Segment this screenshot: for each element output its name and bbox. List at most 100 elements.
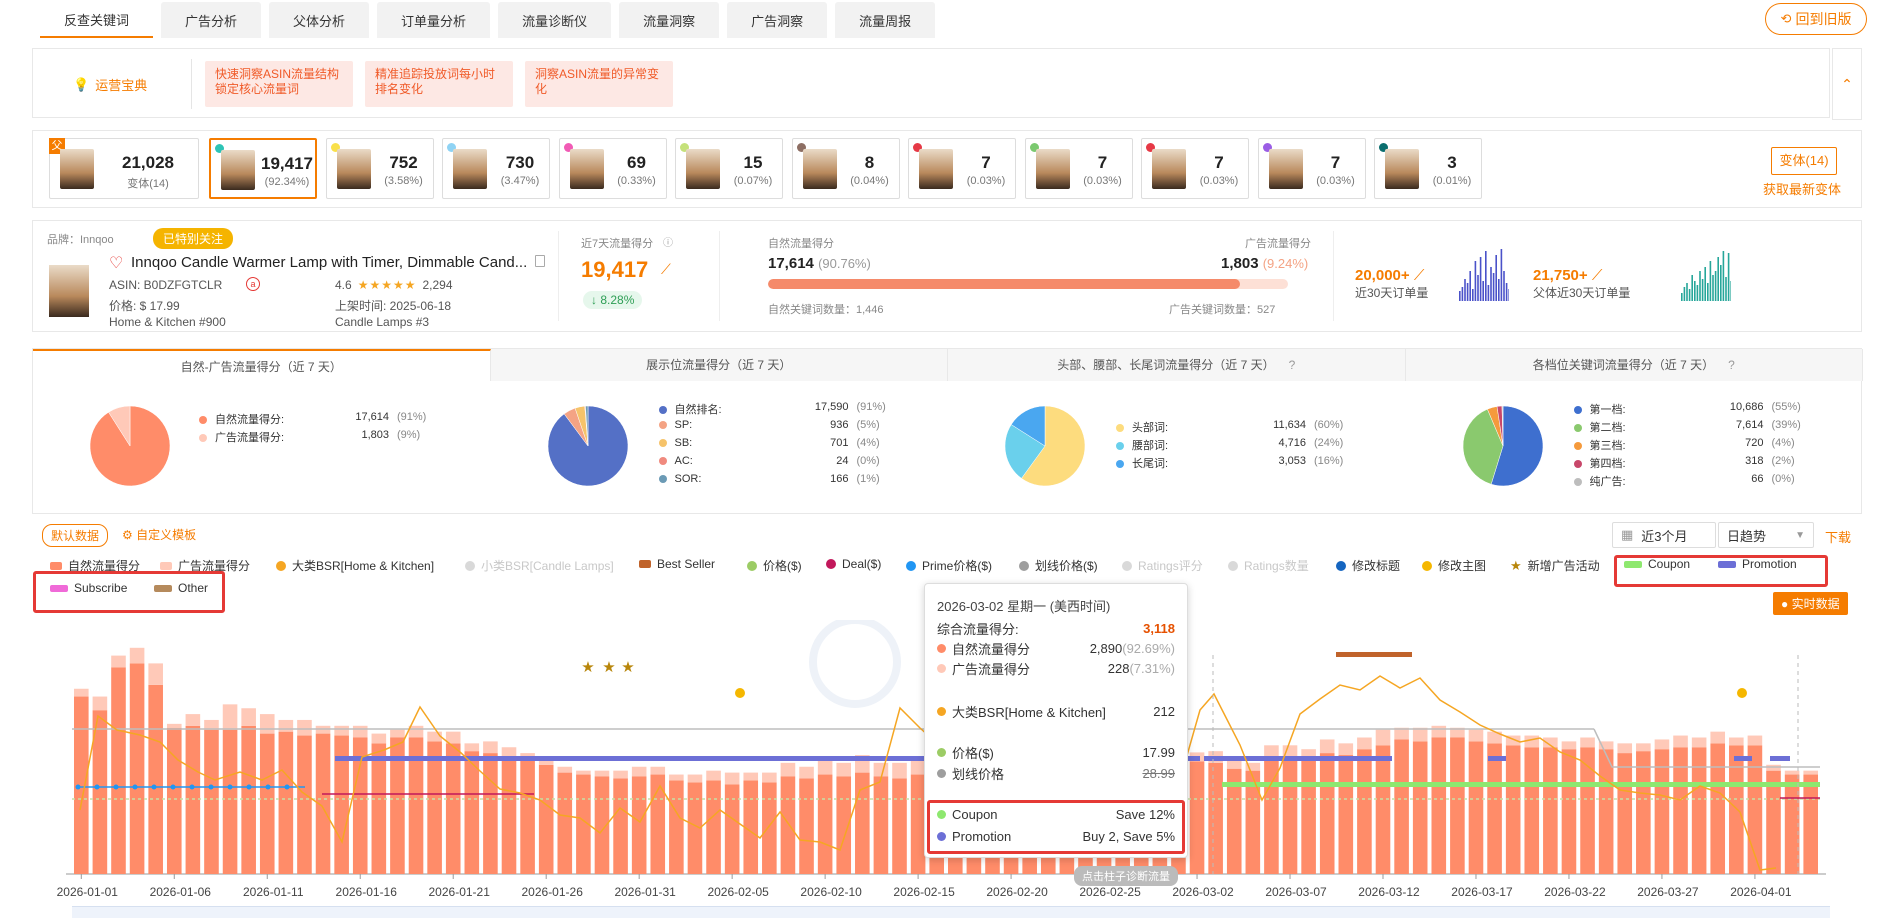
tab[interactable]: 广告洞察: [727, 2, 828, 38]
trend-chart-icon[interactable]: ⟋: [1592, 267, 1603, 284]
organic-bar[interactable]: [1710, 743, 1726, 874]
organic-bar[interactable]: [892, 778, 907, 874]
organic-bar[interactable]: [1617, 753, 1633, 874]
organic-bar[interactable]: [297, 735, 312, 874]
organic-bar[interactable]: [724, 784, 740, 874]
organic-bar[interactable]: [873, 776, 889, 875]
organic-bar[interactable]: [222, 729, 238, 874]
ad-bar[interactable]: [74, 688, 89, 697]
ad-bar[interactable]: [1264, 745, 1279, 757]
ad-bar[interactable]: [222, 704, 238, 730]
category-rank[interactable]: Home & Kitchen #900: [109, 315, 226, 329]
organic-bar[interactable]: [706, 780, 721, 874]
organic-bar[interactable]: [204, 729, 219, 874]
organic-bar[interactable]: [1636, 751, 1651, 874]
tab[interactable]: 流量诊断仪: [498, 2, 612, 38]
ad-bar[interactable]: [1747, 735, 1763, 746]
series-legend-item[interactable]: 价格($): [747, 557, 802, 574]
variant-card[interactable]: 7 (0.03%): [908, 138, 1016, 199]
ad-bar[interactable]: [371, 733, 387, 744]
pie-legend-item[interactable]: 广告流量得分: 1,803 (9%): [199, 429, 459, 445]
tab[interactable]: 广告分析: [161, 2, 262, 38]
organic-bar[interactable]: [166, 727, 182, 874]
variant-count-button[interactable]: 变体(14): [1771, 147, 1837, 175]
ad-bar[interactable]: [557, 766, 573, 773]
organic-bar[interactable]: [1412, 741, 1428, 874]
organic-bar[interactable]: [538, 764, 554, 874]
product-title[interactable]: Innqoo Candle Warmer Lamp with Timer, Di…: [131, 254, 527, 271]
trend-chart-icon[interactable]: ⟋: [661, 261, 671, 278]
organic-bar[interactable]: [1394, 739, 1409, 874]
ad-bar[interactable]: [241, 708, 256, 726]
data-zoom-slider[interactable]: [72, 906, 1830, 918]
ad-bar[interactable]: [352, 725, 368, 738]
series-legend-item[interactable]: Prime价格($): [906, 557, 992, 574]
pie-legend-item[interactable]: SOR: 166 (1%): [658, 473, 919, 485]
ad-bar[interactable]: [166, 723, 182, 728]
ad-bar[interactable]: [483, 741, 498, 754]
variant-card[interactable]: 8 (0.04%): [791, 138, 900, 199]
collapse-up-button[interactable]: ⌃: [1832, 48, 1862, 120]
ad-bar[interactable]: [1636, 743, 1651, 752]
ad-bar[interactable]: [1617, 743, 1633, 754]
ad-bar[interactable]: [408, 725, 424, 738]
help-icon[interactable]: ?: [1289, 358, 1296, 372]
pie-legend-item[interactable]: 腰部词: 4,716 (24%): [1116, 437, 1376, 453]
ad-bar[interactable]: [1803, 770, 1818, 775]
organic-bar[interactable]: [464, 751, 480, 874]
organic-bar[interactable]: [1468, 741, 1484, 874]
variant-card[interactable]: 7 (0.03%): [1024, 138, 1133, 199]
ad-bar[interactable]: [464, 743, 480, 752]
pie-legend-item[interactable]: 第二档: 7,614 (39%): [1573, 419, 1834, 435]
organic-bar[interactable]: [1319, 753, 1335, 874]
ad-bar[interactable]: [1375, 729, 1391, 746]
followed-badge[interactable]: 已特别关注: [153, 228, 234, 249]
back-to-old-version-button[interactable]: ⟲ 回到旧版: [1765, 3, 1867, 35]
organic-bar[interactable]: [185, 725, 201, 874]
coupon-period[interactable]: [1222, 782, 1820, 787]
pie-legend-item[interactable]: 第三档: 720 (4%): [1573, 437, 1834, 453]
variant-card[interactable]: 15 (0.07%): [675, 138, 783, 199]
series-legend-item[interactable]: Ratings数量: [1228, 557, 1309, 574]
tab[interactable]: 流量洞察: [619, 2, 720, 38]
ad-bar[interactable]: [594, 770, 610, 777]
organic-bar[interactable]: [483, 753, 498, 874]
variant-card[interactable]: 19,417 (92.34%): [209, 138, 317, 199]
tips-title[interactable]: 💡 运营宝典: [73, 75, 147, 94]
ad-bar[interactable]: [836, 762, 852, 777]
ad-bar[interactable]: [334, 725, 349, 736]
ad-bar[interactable]: [1561, 741, 1577, 750]
organic-bar[interactable]: [669, 780, 684, 874]
series-legend-item[interactable]: 修改标题: [1336, 557, 1400, 574]
organic-bar[interactable]: [427, 741, 442, 874]
series-legend-item[interactable]: ★ 新增广告活动: [1510, 557, 1600, 574]
ad-bar[interactable]: [501, 747, 517, 757]
organic-bar[interactable]: [557, 772, 573, 874]
series-legend-item[interactable]: 大类BSR[Home & Kitchen]: [276, 557, 434, 574]
new-ad-campaign-marker[interactable]: ★: [581, 659, 594, 676]
organic-bar[interactable]: [371, 743, 387, 874]
get-latest-variants-link[interactable]: 获取最新变体: [1763, 179, 1841, 198]
best-seller-period[interactable]: [1336, 652, 1412, 657]
organic-bar[interactable]: [1803, 774, 1818, 874]
product-image[interactable]: [49, 265, 89, 317]
ad-bar[interactable]: [148, 663, 163, 685]
ad-bar[interactable]: [1338, 743, 1354, 756]
ad-bar[interactable]: [799, 766, 814, 779]
ad-bar[interactable]: [1691, 737, 1707, 748]
organic-bar[interactable]: [1784, 774, 1800, 874]
tip-item[interactable]: 快速洞察ASIN流量结构锁定核心流量词: [205, 61, 353, 107]
organic-bar[interactable]: [1357, 749, 1372, 874]
organic-bar[interactable]: [520, 758, 535, 874]
ad-bar[interactable]: [1580, 737, 1595, 748]
ad-bar[interactable]: [650, 766, 666, 775]
series-legend-item[interactable]: 小类BSR[Candle Lamps]: [465, 557, 614, 574]
ad-bar[interactable]: [1319, 739, 1335, 754]
pie-legend-item[interactable]: 长尾词: 3,053 (16%): [1116, 455, 1376, 471]
organic-bar[interactable]: [762, 782, 777, 874]
pie-chart[interactable]: [1000, 401, 1090, 491]
promotion-period[interactable]: [1488, 756, 1506, 761]
ad-bar[interactable]: [390, 729, 405, 738]
series-legend-item[interactable]: Best Seller: [639, 557, 715, 571]
organic-bar[interactable]: [1524, 747, 1540, 874]
